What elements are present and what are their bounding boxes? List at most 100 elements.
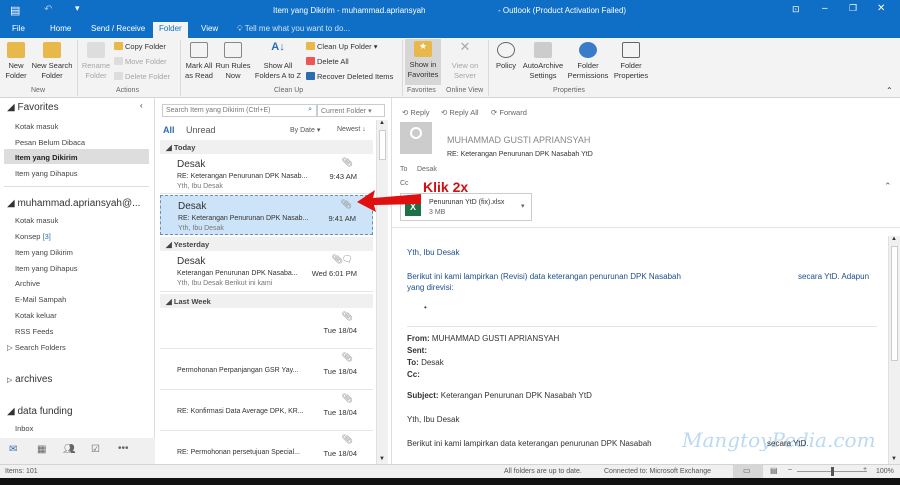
move-folder-button[interactable]: Move Folder bbox=[114, 57, 167, 66]
label: Current Folder bbox=[321, 108, 367, 115]
show-all-folders-button[interactable]: A↓ Show All Folders A to Z bbox=[252, 40, 304, 81]
tab-send-receive[interactable]: Send / Receive bbox=[91, 24, 145, 33]
delete-folder-button[interactable]: Delete Folder bbox=[114, 72, 170, 81]
list-item-selected[interactable]: Desak 📎︎ RE: Keterangan Penurunan DPK Nas… bbox=[160, 195, 373, 235]
sort-order-toggle[interactable]: Newest ↓ bbox=[337, 126, 366, 133]
list-item[interactable]: 📎︎ Tue 18/04 bbox=[160, 308, 373, 349]
autoarchive-settings-button[interactable]: AutoArchive Settings bbox=[520, 40, 566, 81]
account-header[interactable]: ◢ muhammad.apriansyah@... bbox=[7, 198, 140, 209]
close-button[interactable]: ✕ bbox=[877, 3, 885, 14]
archive-icon bbox=[534, 42, 552, 58]
mark-all-read-button[interactable]: Mark All as Read bbox=[183, 40, 215, 81]
data-funding-header[interactable]: ◢ data funding bbox=[7, 406, 73, 417]
nav-item-archive[interactable]: Archive bbox=[15, 279, 40, 288]
nav-item-inbox[interactable]: Inbox bbox=[15, 424, 33, 433]
show-in-favorites-button[interactable]: ★ Show in Favorites bbox=[405, 39, 441, 85]
value: Desak bbox=[421, 358, 444, 367]
quick-access-dropdown-icon[interactable]: ▾ bbox=[75, 3, 80, 14]
forward-button[interactable]: ⟳ Forward bbox=[491, 108, 527, 117]
nav-item-kotak-keluar[interactable]: Kotak keluar bbox=[15, 311, 57, 320]
scroll-thumb[interactable] bbox=[891, 246, 898, 361]
run-rules-now-button[interactable]: Run Rules Now bbox=[215, 40, 251, 81]
new-folder-button[interactable]: New Folder bbox=[3, 40, 29, 81]
list-item[interactable]: 📎︎ RE: Permohonan persetujuan Special...… bbox=[160, 431, 373, 464]
search-input[interactable]: Search Item yang Dikirim (Ctrl+E) ⌕ bbox=[162, 104, 317, 117]
delete-all-button[interactable]: Delete All bbox=[306, 57, 349, 66]
archives-header[interactable]: ▷ archives bbox=[7, 374, 52, 385]
list-item[interactable]: 📎︎ Permohonan Perpanjangan GSR Yay... Tue… bbox=[160, 349, 373, 390]
label: Folder Properties bbox=[613, 61, 649, 80]
copy-folder-button[interactable]: Copy Folder bbox=[114, 42, 166, 51]
more-icon[interactable]: ••• bbox=[118, 443, 129, 454]
folder-permissions-button[interactable]: Folder Permissions bbox=[566, 40, 610, 81]
clean-up-folder-button[interactable]: Clean Up Folder ▾ bbox=[306, 42, 377, 51]
sender-name[interactable]: MUHAMMAD GUSTI APRIANSYAH bbox=[447, 135, 590, 145]
zoom-in-button[interactable]: + bbox=[863, 466, 867, 473]
view-on-server-button[interactable]: ✕ View on Server bbox=[446, 40, 484, 81]
collapse-header-icon[interactable]: ⌃ bbox=[884, 181, 892, 192]
to-recipient[interactable]: Desak bbox=[417, 166, 437, 173]
recover-deleted-items-button[interactable]: Recover Deleted Items bbox=[306, 72, 393, 81]
rename-folder-button[interactable]: Rename Folder bbox=[80, 40, 112, 81]
group-header-today[interactable]: ◢ Today bbox=[160, 140, 373, 154]
normal-view-button[interactable]: ▭ bbox=[733, 465, 763, 478]
attachment-dropdown-icon[interactable]: ▾ bbox=[521, 202, 525, 210]
group-header-yesterday[interactable]: ◢ Yesterday bbox=[160, 237, 373, 251]
list-scrollbar[interactable]: ▲ ▼ bbox=[376, 120, 388, 464]
reading-view-button[interactable]: ▤ bbox=[770, 466, 778, 475]
nav-item-email-sampah[interactable]: E-Mail Sampah bbox=[15, 295, 66, 304]
label: Mark All as Read bbox=[185, 61, 213, 80]
reply-all-button[interactable]: ⟲ Reply All bbox=[441, 108, 479, 117]
folder-properties-button[interactable]: Folder Properties bbox=[610, 40, 652, 81]
scroll-thumb[interactable] bbox=[379, 130, 386, 160]
scroll-up-icon[interactable]: ▲ bbox=[379, 120, 385, 126]
nav-item-rss-feeds[interactable]: RSS Feeds bbox=[15, 327, 53, 336]
nav-item-item-yang-dikirim[interactable]: Item yang Dikirim bbox=[15, 153, 78, 162]
list-item[interactable]: Desak 📎︎ RE: Keterangan Penurunan DPK Nas… bbox=[160, 154, 373, 194]
star-folder-icon: ★ bbox=[414, 41, 432, 57]
reading-scrollbar[interactable]: ▲ ▼ bbox=[888, 236, 900, 464]
list-item[interactable]: Desak 📎︎ 🗨︎ Keterangan Penurunan DPK Nasab… bbox=[160, 251, 373, 292]
zoom-level[interactable]: 100% bbox=[876, 468, 894, 475]
zoom-out-button[interactable]: – bbox=[788, 466, 792, 473]
tab-view[interactable]: View bbox=[201, 24, 218, 33]
scroll-up-icon[interactable]: ▲ bbox=[891, 236, 897, 242]
people-icon[interactable]: 👥︎ bbox=[63, 444, 76, 455]
time: Tue 18/04 bbox=[323, 449, 358, 458]
scroll-down-icon[interactable]: ▼ bbox=[891, 456, 897, 462]
restore-button[interactable]: ❐ bbox=[849, 3, 857, 14]
sort-by-dropdown[interactable]: By Date ▾ bbox=[290, 126, 320, 134]
favorites-header[interactable]: ◢ Favorites bbox=[7, 102, 59, 113]
undo-icon[interactable]: ↶ bbox=[44, 4, 52, 15]
tab-home[interactable]: Home bbox=[50, 24, 71, 33]
filter-all[interactable]: All bbox=[163, 125, 175, 135]
reply-button[interactable]: ⟲ Reply bbox=[402, 108, 430, 117]
filter-unread[interactable]: Unread bbox=[186, 125, 216, 135]
list-item[interactable]: 📎︎ RE: Konfirmasi Data Average DPK, KR..… bbox=[160, 390, 373, 431]
nav-item-item-yang-dihapus[interactable]: Item yang Dihapus bbox=[15, 169, 78, 178]
tab-folder[interactable]: Folder bbox=[153, 22, 188, 38]
nav-item-search-folders[interactable]: ▷ Search Folders bbox=[7, 343, 66, 352]
nav-item-pesan-belum-dibaca[interactable]: Pesan Belum Dibaca bbox=[15, 138, 85, 147]
calendar-icon[interactable]: ▦ bbox=[37, 444, 46, 455]
mail-icon[interactable]: ✉ bbox=[9, 444, 17, 455]
zoom-slider-thumb[interactable] bbox=[831, 467, 834, 476]
tasks-icon[interactable]: ☑ bbox=[91, 444, 100, 455]
nav-item-konsep[interactable]: Konsep [3] bbox=[15, 232, 51, 241]
nav-item-kotak-masuk[interactable]: Kotak masuk bbox=[15, 216, 58, 225]
nav-item-kotak-masuk[interactable]: Kotak masuk bbox=[15, 122, 58, 131]
policy-button[interactable]: Policy bbox=[492, 40, 520, 71]
collapse-pane-icon[interactable]: ‹ bbox=[140, 101, 143, 110]
nav-item-item-yang-dihapus[interactable]: Item yang Dihapus bbox=[15, 264, 78, 273]
new-search-folder-button[interactable]: New Search Folder bbox=[30, 40, 74, 81]
group-header-last-week[interactable]: ◢ Last Week bbox=[160, 294, 373, 308]
tell-me-search[interactable]: 💡︎ Tell me what you want to do... bbox=[237, 24, 350, 34]
minimize-button[interactable]: – bbox=[822, 3, 828, 14]
scroll-down-icon[interactable]: ▼ bbox=[379, 456, 385, 462]
tab-file[interactable]: File bbox=[12, 24, 25, 33]
ribbon-display-options-icon[interactable]: ⊡ bbox=[792, 4, 800, 15]
search-icon[interactable]: ⌕ bbox=[308, 106, 312, 114]
search-scope-dropdown[interactable]: Current Folder ▾ bbox=[317, 104, 385, 117]
nav-item-item-yang-dikirim[interactable]: Item yang Dikirim bbox=[15, 248, 73, 257]
collapse-ribbon-icon[interactable]: ⌃ bbox=[886, 86, 893, 95]
